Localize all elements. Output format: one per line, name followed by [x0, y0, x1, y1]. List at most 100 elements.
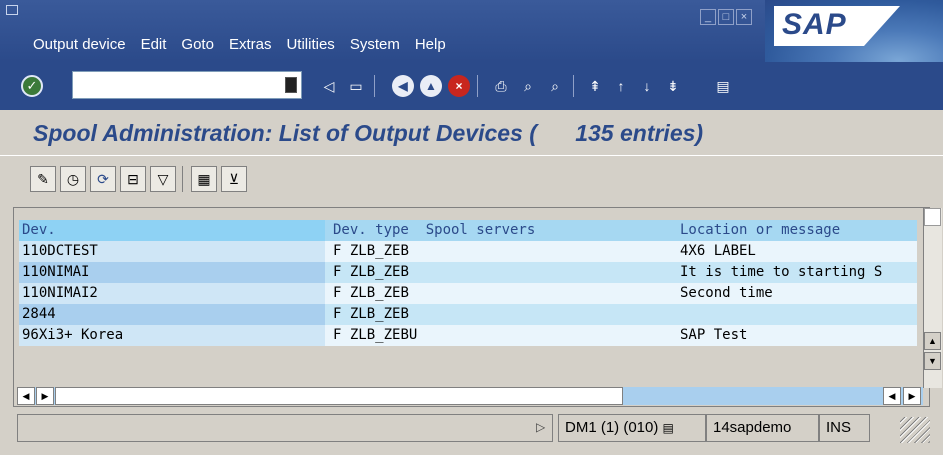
cell-type-value: ZLB_ZEB: [349, 306, 409, 322]
insert-mode: INS: [819, 414, 870, 442]
system-info-icon[interactable]: ▤: [663, 421, 674, 435]
detail-icon[interactable]: ▦: [191, 166, 217, 192]
enter-icon[interactable]: ✓: [21, 75, 43, 97]
cell-flag: F: [333, 264, 342, 280]
cancel-icon[interactable]: ×: [448, 75, 470, 97]
print-icon[interactable]: ⎙: [490, 75, 512, 97]
edit-icon[interactable]: ⊻: [221, 166, 247, 192]
cell-type-value: ZLB_ZEB: [349, 264, 409, 280]
table-row[interactable]: 110NIMAI F ZLB_ZEB It is time to startin…: [19, 262, 917, 283]
list-header-row: Dev. Dev. type Spool servers Location or…: [19, 220, 917, 241]
cell-location: It is time to starting S: [680, 264, 883, 280]
scroll-right-icon[interactable]: ▶: [36, 387, 54, 405]
change-icon[interactable]: ✎: [30, 166, 56, 192]
vertical-scroll-thumb[interactable]: [924, 208, 941, 226]
close-icon[interactable]: ×: [736, 9, 752, 25]
command-input[interactable]: [73, 72, 273, 98]
command-field[interactable]: [72, 71, 302, 99]
status-expand-icon[interactable]: ▷: [536, 420, 545, 434]
application-toolbar: ✎ ◷ ⟳ ⊟ ▽ ▦ ⊻: [0, 157, 943, 205]
system-info-text: DM1 (1) (010): [565, 419, 659, 436]
cell-flag: F: [333, 306, 342, 322]
menu-system[interactable]: System: [350, 36, 400, 53]
cell-dev: 2844: [19, 304, 325, 325]
cell-type: F ZLB_ZEB: [325, 304, 678, 325]
toolbar-separator: [182, 166, 183, 192]
status-bar: ▷ DM1 (1) (010) ▤ 14sapdemo INS: [0, 407, 943, 455]
cell-dev: 96Xi3+ Korea: [19, 325, 325, 346]
cell-type: F ZLB_ZEB: [325, 262, 678, 283]
sap-logo-triangle: [864, 6, 900, 46]
cell-location: [678, 304, 917, 325]
col-type-label: Dev. type: [333, 222, 409, 238]
resize-grip[interactable]: [900, 417, 930, 443]
col-type-header[interactable]: Dev. type Spool servers: [325, 220, 678, 241]
command-history-icon[interactable]: [285, 77, 297, 93]
prev-page-icon[interactable]: ↑: [610, 75, 632, 97]
cell-dev: 110NIMAI2: [19, 283, 325, 304]
list-table: Dev. Dev. type Spool servers Location or…: [19, 220, 917, 346]
title-bar: Spool Administration: List of Output Dev…: [0, 110, 943, 156]
table-row[interactable]: 110DCTEST F ZLB_ZEB 4X6 LABEL: [19, 241, 917, 262]
exit-icon[interactable]: ▲: [420, 75, 442, 97]
table-row[interactable]: 110NIMAI2 F ZLB_ZEB Second time: [19, 283, 917, 304]
refresh-icon[interactable]: ⟳: [90, 166, 116, 192]
menu-goto[interactable]: Goto: [181, 36, 214, 53]
execute-icon[interactable]: ◷: [60, 166, 86, 192]
maximize-icon[interactable]: □: [718, 9, 734, 25]
table-row[interactable]: 2844 F ZLB_ZEB: [19, 304, 917, 325]
filter-icon[interactable]: ▽: [150, 166, 176, 192]
cell-type-value: ZLB_ZEB: [349, 285, 409, 301]
menu-items: Output device Edit Goto Extras Utilities…: [33, 36, 461, 53]
scroll-left-icon[interactable]: ◀: [17, 387, 35, 405]
col-servers-label: Spool servers: [425, 222, 536, 238]
cell-type: F ZLB_ZEBU: [325, 325, 678, 346]
cell-location: Second time: [680, 285, 773, 301]
cell-flag: F: [333, 243, 342, 259]
system-menu-icon[interactable]: [6, 5, 18, 15]
status-message: [17, 414, 553, 442]
cell-type: F ZLB_ZEB: [325, 241, 678, 262]
customize-icon[interactable]: ▤: [712, 75, 734, 97]
menu-edit[interactable]: Edit: [141, 36, 167, 53]
next-page-icon[interactable]: ↓: [636, 75, 658, 97]
scroll-down-icon[interactable]: ▼: [924, 352, 941, 370]
scroll-up-icon[interactable]: ▲: [924, 332, 941, 350]
output-device-list: Dev. Dev. type Spool servers Location or…: [13, 207, 930, 407]
cell-dev: 110DCTEST: [19, 241, 325, 262]
last-page-icon[interactable]: ⇟: [662, 75, 684, 97]
cell-type-value: ZLB_ZEB: [349, 243, 409, 259]
cell-flag: F: [333, 285, 342, 301]
cell-location: SAP Test: [680, 327, 748, 343]
menu-extras[interactable]: Extras: [229, 36, 272, 53]
print-list-icon[interactable]: ⊟: [120, 166, 146, 192]
scroll-right-icon[interactable]: ▶: [903, 387, 921, 405]
menu-output-device[interactable]: Output device: [33, 36, 126, 53]
standard-toolbar: ✓ ◁ ▭ ◀ ▲ × ⎙ ⌕ ⌕ ⇞ ↑ ↓ ⇟ ▤: [0, 62, 943, 110]
sap-logo-text: SAP: [782, 8, 847, 41]
server-info: 14sapdemo: [706, 414, 819, 442]
back-icon[interactable]: ◁: [318, 75, 340, 97]
system-info: DM1 (1) (010) ▤: [558, 414, 706, 442]
find-icon[interactable]: ⌕: [517, 75, 539, 97]
cell-location: 4X6 LABEL: [680, 243, 756, 259]
page-title: Spool Administration: List of Output Dev…: [33, 120, 704, 146]
scroll-left-icon[interactable]: ◀: [883, 387, 901, 405]
col-dev-header[interactable]: Dev.: [19, 220, 325, 241]
first-page-icon[interactable]: ⇞: [584, 75, 606, 97]
minimize-icon[interactable]: _: [700, 9, 716, 25]
toolbar-separator: [477, 75, 478, 97]
table-row[interactable]: 96Xi3+ Korea F ZLB_ZEBU SAP Test: [19, 325, 917, 346]
menu-utilities[interactable]: Utilities: [286, 36, 334, 53]
col-location-header[interactable]: Location or message: [678, 220, 917, 241]
back-green-icon[interactable]: ◀: [392, 75, 414, 97]
vertical-scrollbar[interactable]: ▲ ▼: [923, 208, 942, 388]
menu-help[interactable]: Help: [415, 36, 446, 53]
save-icon[interactable]: ▭: [345, 75, 367, 97]
horizontal-scrollbar[interactable]: ◀ ▶ ◀ ▶: [17, 387, 923, 405]
cell-type-value: ZLB_ZEBU: [349, 327, 418, 343]
horizontal-scroll-thumb[interactable]: [55, 387, 623, 405]
toolbar-separator: [374, 75, 375, 97]
cell-flag: F: [333, 327, 342, 343]
find-next-icon[interactable]: ⌕: [544, 75, 566, 97]
